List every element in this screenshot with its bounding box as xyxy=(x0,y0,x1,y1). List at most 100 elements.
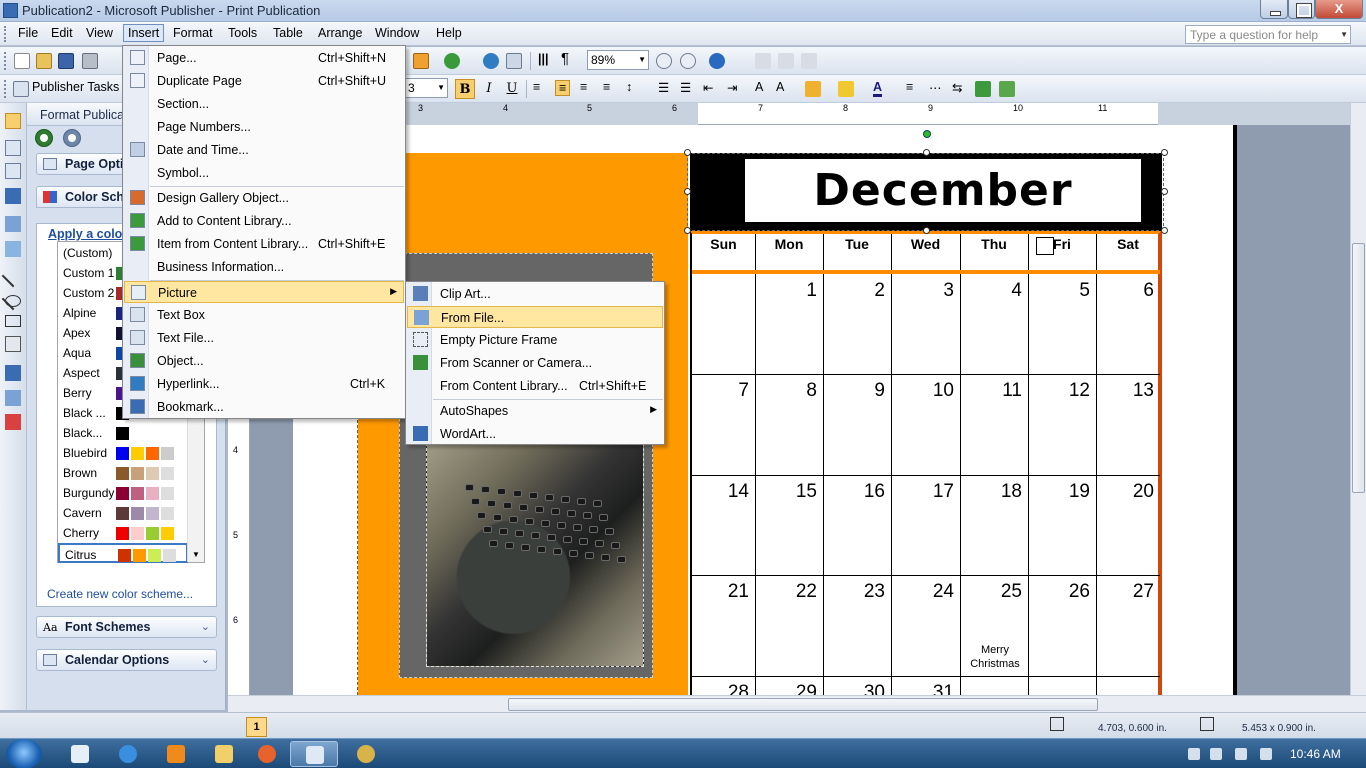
calendar-day-number[interactable]: 14 xyxy=(689,481,749,503)
picture-frame-icon[interactable] xyxy=(5,216,21,232)
font-size-select[interactable]: 3 ▼ xyxy=(404,78,448,98)
calendar-options-section[interactable]: Calendar Options ⌄ xyxy=(36,649,217,671)
menu-arrange[interactable]: Arrange xyxy=(314,25,366,43)
numbering-icon[interactable]: ☰ xyxy=(658,80,669,95)
save-icon[interactable] xyxy=(58,53,74,69)
taskbar-clock[interactable]: 10:46 AM xyxy=(1290,747,1341,761)
resize-handle[interactable] xyxy=(1161,188,1168,195)
calendar-day-number[interactable]: 17 xyxy=(894,481,954,503)
create-color-scheme-link[interactable]: Create new color scheme... xyxy=(47,587,193,601)
taskbar-app-explorer[interactable] xyxy=(200,741,248,767)
new-icon[interactable] xyxy=(14,53,30,69)
design-gallery-icon[interactable] xyxy=(5,390,21,406)
tray-flag-icon[interactable] xyxy=(1188,748,1200,760)
calendar-day-number[interactable]: 15 xyxy=(757,481,817,503)
color-scheme-item[interactable]: Cherry xyxy=(58,523,188,543)
chevron-down-icon[interactable]: ▼ xyxy=(1340,30,1348,39)
close-button[interactable]: X xyxy=(1315,0,1363,19)
calendar-day-number[interactable]: 13 xyxy=(1094,380,1154,402)
calendar-day-number[interactable]: 16 xyxy=(825,481,885,503)
menu-edit[interactable]: Edit xyxy=(47,25,77,43)
calendar-day-number[interactable]: 27 xyxy=(1094,581,1154,603)
calendar-day-number[interactable]: 12 xyxy=(1030,380,1090,402)
unlink-icon[interactable] xyxy=(778,53,794,69)
link-icon[interactable] xyxy=(755,53,771,69)
menu-insert[interactable]: Insert xyxy=(123,24,165,42)
hyperlink-icon[interactable] xyxy=(483,53,499,69)
publisher-tasks-button[interactable]: Publisher Tasks xyxy=(32,80,119,94)
font-schemes-section[interactable]: Aa Font Schemes ⌄ xyxy=(36,616,217,638)
publisher-tasks-icon[interactable] xyxy=(13,81,29,97)
resize-handle[interactable] xyxy=(923,227,930,234)
font-color-icon[interactable]: A xyxy=(873,80,883,97)
calendar-grid[interactable]: Sun Mon Tue Wed Thu Fri Sat 1 2 3 4 5 6 7 8 9 10 11 12 13 14… xyxy=(690,231,1162,695)
calendar-day-number[interactable]: 31 xyxy=(894,682,954,695)
text-box-icon[interactable] xyxy=(5,140,21,156)
menu-table[interactable]: Table xyxy=(269,25,307,43)
calendar-day-number[interactable]: 21 xyxy=(689,581,749,603)
oval-icon[interactable] xyxy=(5,295,21,307)
insert-menu-item[interactable]: Text File... xyxy=(124,327,404,349)
menu-view[interactable]: View xyxy=(82,25,117,43)
chevron-down-icon[interactable]: ▼ xyxy=(638,55,646,64)
insert-menu-item[interactable]: Duplicate Page Ctrl+Shift+U xyxy=(124,70,404,92)
taskbar-app-publisher[interactable] xyxy=(290,741,338,767)
insert-menu-item[interactable]: Object... xyxy=(124,350,404,372)
insert-menu-item[interactable]: Text Box xyxy=(124,304,404,326)
calendar-day-number[interactable]: 11 xyxy=(962,380,1022,402)
italic-button[interactable]: I xyxy=(479,79,499,99)
refresh-icon[interactable] xyxy=(444,53,460,69)
resize-handle[interactable] xyxy=(684,149,691,156)
insert-menu-item[interactable]: Bookmark... xyxy=(124,396,404,418)
zoom-in-icon[interactable] xyxy=(680,53,696,69)
calendar-day-number[interactable]: 28 xyxy=(689,682,749,695)
toolbar-grip[interactable] xyxy=(4,80,10,98)
resize-handle[interactable] xyxy=(923,149,930,156)
select-pointer-icon[interactable] xyxy=(5,113,21,129)
calendar-day-number[interactable]: 8 xyxy=(757,380,817,402)
maximize-button[interactable] xyxy=(1288,0,1315,19)
insert-table-icon[interactable] xyxy=(5,163,21,179)
calendar-day-number[interactable]: 1 xyxy=(757,280,817,302)
hot-spot-icon[interactable] xyxy=(5,365,21,381)
clip-art-icon[interactable] xyxy=(5,241,21,257)
autoshapes-icon[interactable] xyxy=(5,336,21,352)
dash-style-icon[interactable]: ⋯ xyxy=(929,80,942,95)
help-question-input[interactable]: Type a question for help ▼ xyxy=(1185,25,1351,44)
taskbar-app-ie[interactable] xyxy=(104,741,152,767)
calendar-day-number[interactable]: 29 xyxy=(757,682,817,695)
resize-handle[interactable] xyxy=(1161,227,1168,234)
align-center-icon[interactable]: ≡ xyxy=(555,80,571,96)
taskbar-app-publisher-small[interactable] xyxy=(56,741,104,767)
minimize-button[interactable] xyxy=(1260,0,1288,19)
color-scheme-item[interactable]: Black... xyxy=(58,423,188,443)
picture-menu-item[interactable]: From Content Library... Ctrl+Shift+E xyxy=(407,375,663,397)
underline-button[interactable]: U xyxy=(502,79,522,99)
chevron-down-icon[interactable]: ▼ xyxy=(437,83,445,92)
vertical-scroll-thumb[interactable] xyxy=(1352,243,1365,493)
calendar-day-number[interactable]: 25 xyxy=(962,581,1022,603)
calendar-day-number[interactable]: 4 xyxy=(962,280,1022,302)
print-preview-icon[interactable] xyxy=(506,53,522,69)
color-scheme-item[interactable]: Cavern xyxy=(58,503,188,523)
help-icon[interactable] xyxy=(709,53,725,69)
calendar-day-number[interactable]: 30 xyxy=(825,682,885,695)
vertical-scrollbar[interactable] xyxy=(1350,103,1366,695)
calendar-day-number[interactable]: 23 xyxy=(825,581,885,603)
arrange-icon[interactable] xyxy=(413,53,429,69)
insert-menu-item[interactable]: Page... Ctrl+Shift+N xyxy=(124,47,404,69)
line-style-icon[interactable]: ≡ xyxy=(906,80,913,94)
resize-handle[interactable] xyxy=(684,227,691,234)
fill-color-icon[interactable] xyxy=(805,81,821,97)
line-icon[interactable] xyxy=(1,264,25,288)
calendar-day-number[interactable]: 18 xyxy=(962,481,1022,503)
shadow-style-icon[interactable] xyxy=(975,81,991,97)
increase-font-icon[interactable]: A xyxy=(776,80,784,94)
insert-menu-item[interactable]: Item from Content Library... Ctrl+Shift+E xyxy=(124,233,404,255)
line-color-icon[interactable] xyxy=(838,81,854,97)
picture-menu-item[interactable]: Empty Picture Frame xyxy=(407,329,663,351)
picture-menu-item[interactable]: WordArt... xyxy=(407,423,663,445)
calendar-day-number[interactable]: 20 xyxy=(1094,481,1154,503)
pilcrow-icon[interactable]: ¶ xyxy=(561,50,569,67)
taskbar-app-other[interactable] xyxy=(342,741,390,767)
